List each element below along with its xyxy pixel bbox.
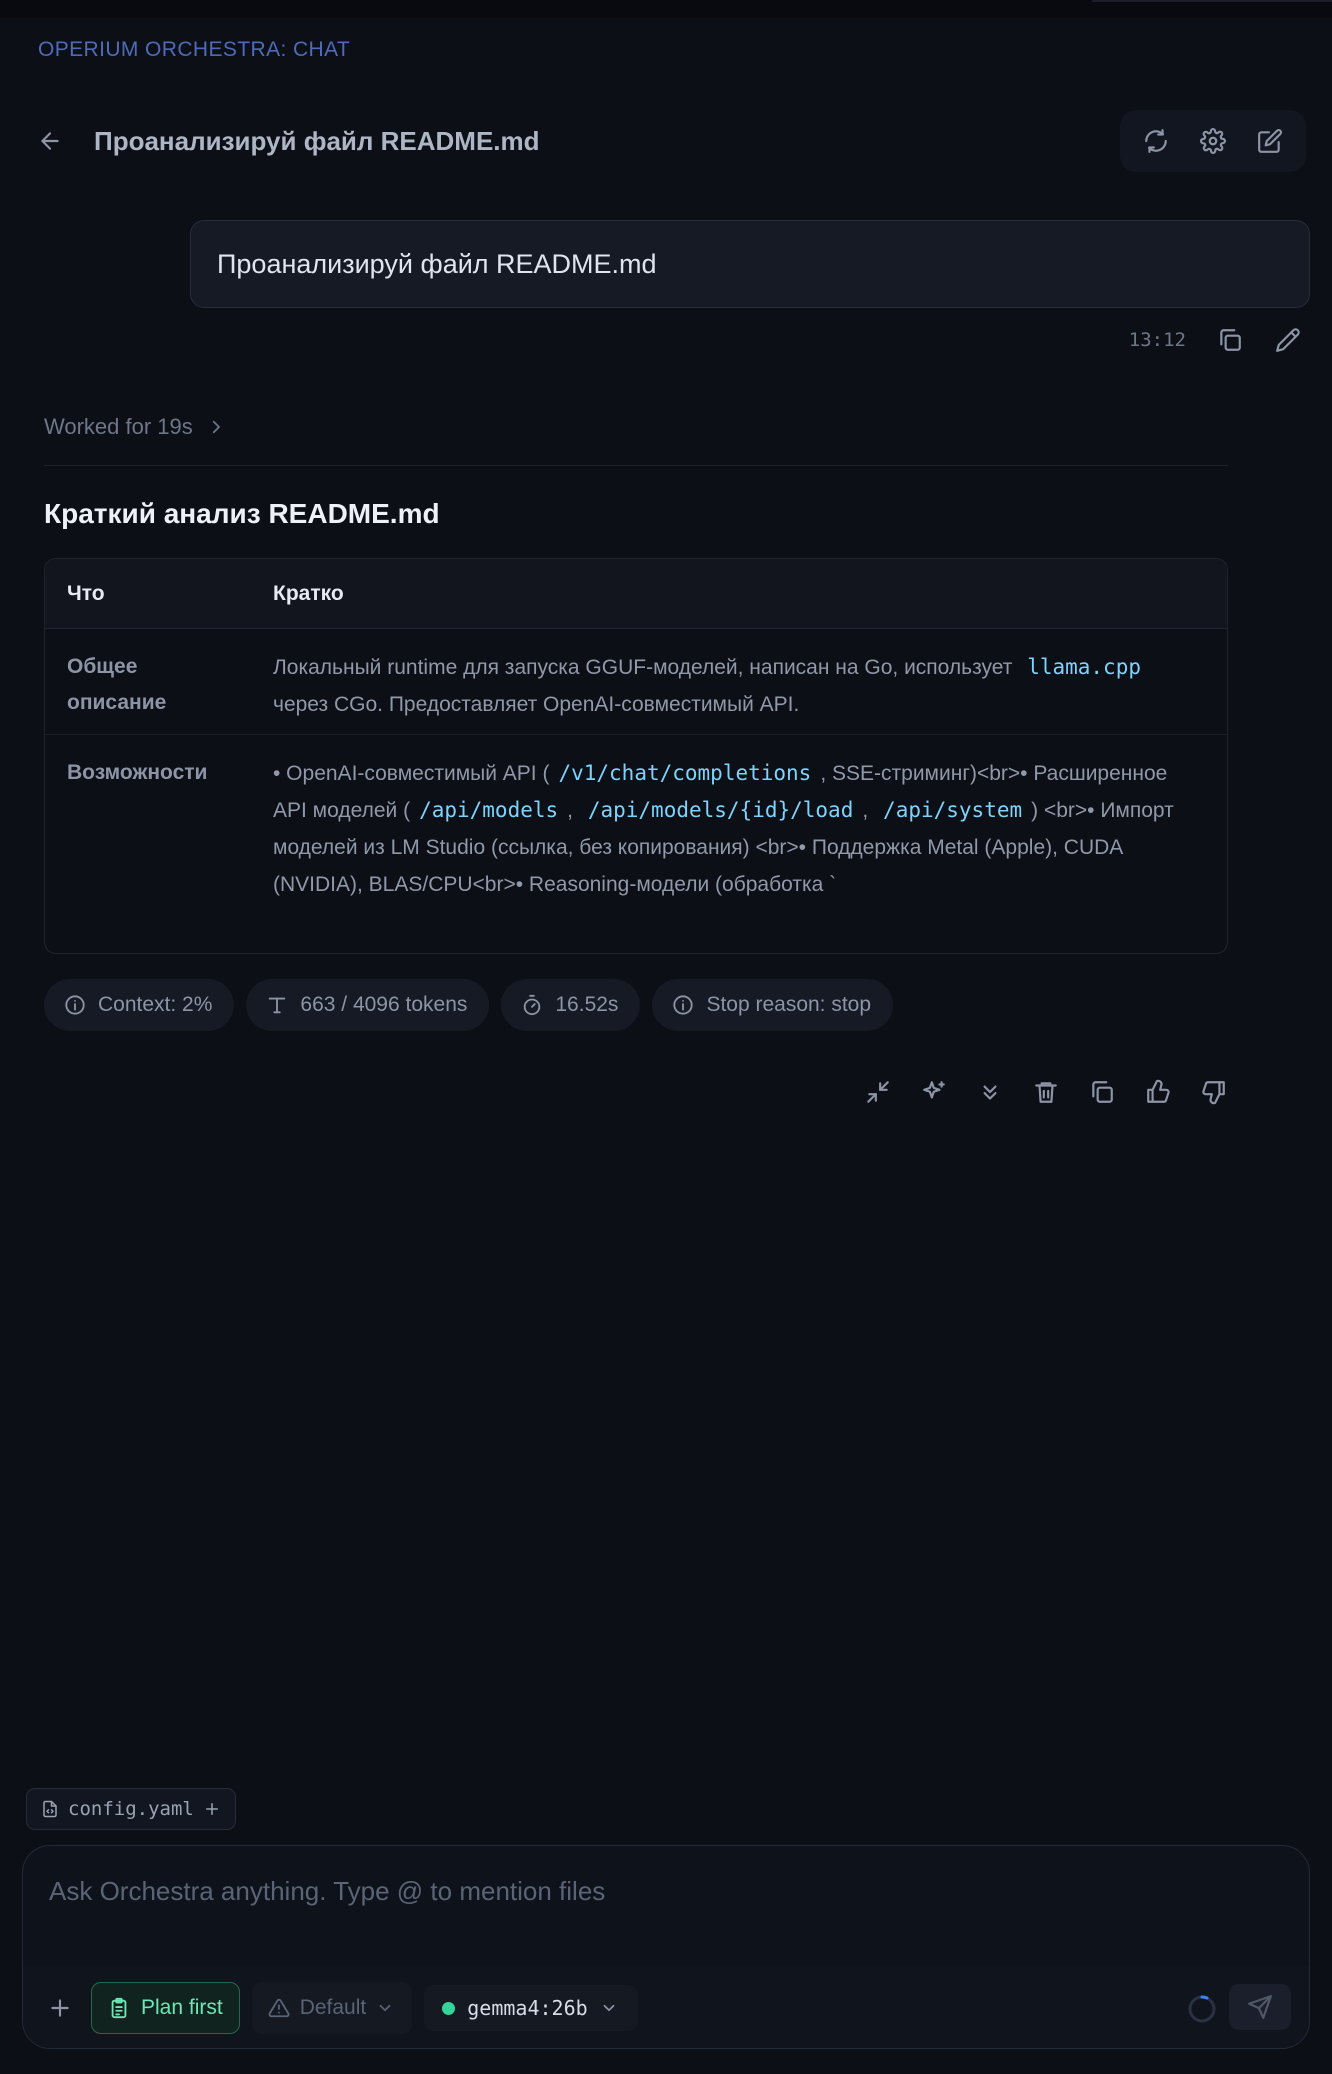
inline-code: /api/models xyxy=(419,798,559,822)
cell-text: , xyxy=(862,799,869,822)
chevrons-down-icon xyxy=(983,1085,997,1100)
settings-button[interactable] xyxy=(1191,119,1235,163)
mode-select[interactable]: Default xyxy=(251,1982,413,2034)
tokens-value: 663 / 4096 tokens xyxy=(300,993,468,1016)
cell-text: Локальный runtime для запуска GGUF-модел… xyxy=(273,656,1013,679)
send-icon xyxy=(1248,1995,1272,2019)
window-top-bar xyxy=(0,0,1332,18)
stop-reason-value: Stop reason: stop xyxy=(706,993,872,1016)
composer-input[interactable] xyxy=(49,1876,1279,1907)
table-row: Общее описание Локальный runtime для зап… xyxy=(45,629,1227,735)
edit-square-icon xyxy=(1257,129,1282,153)
clipboard-list-icon xyxy=(111,1997,127,2019)
pencil-icon xyxy=(1276,328,1300,352)
tokens-stat: 663 / 4096 tokens xyxy=(246,979,490,1031)
model-status-dot xyxy=(442,2001,456,2015)
worked-toggle[interactable]: Worked for 19s xyxy=(44,414,225,440)
thumbs-up-button[interactable] xyxy=(1136,1070,1180,1114)
conversation-title: Проанализируй файл README.md xyxy=(94,125,540,156)
conversation-header: Проанализируй файл README.md xyxy=(30,110,1320,172)
edit-message-button[interactable] xyxy=(1266,318,1310,362)
model-select[interactable]: gemma4:26b xyxy=(424,1985,638,2031)
duration-stat: 16.52s xyxy=(501,979,641,1031)
trash-icon xyxy=(1035,1082,1057,1103)
inline-code: /api/models/{id}/load xyxy=(587,798,854,822)
worked-label: Worked for 19s xyxy=(44,414,193,439)
copy-message-button[interactable] xyxy=(1208,318,1252,362)
thumbs-down-icon xyxy=(1202,1081,1225,1105)
sparkles-icon xyxy=(923,1081,945,1099)
cell-text: • OpenAI-совместимый API ( xyxy=(273,762,550,785)
inline-code: /api/system xyxy=(883,798,1023,822)
cell-text: через CGo. Предоставляет OpenAI-совмести… xyxy=(273,693,800,716)
inline-code: llama.cpp xyxy=(1027,655,1141,679)
context-value: Context: 2% xyxy=(98,993,213,1016)
regenerate-button[interactable] xyxy=(912,1070,956,1114)
row-key-description: Общее описание xyxy=(45,649,273,734)
message-time: 13:12 xyxy=(1128,329,1186,351)
chevron-down-icon xyxy=(379,2004,391,2012)
file-code-icon xyxy=(43,1800,57,1818)
new-chat-button[interactable] xyxy=(1248,119,1292,163)
answer-heading: Краткий анализ README.md xyxy=(44,498,440,529)
row-key-features: Возможности xyxy=(67,761,208,784)
info-icon xyxy=(65,995,85,1015)
response-stats: Context: 2% 663 / 4096 tokens 16.52s Sto… xyxy=(44,979,894,1031)
plus-icon xyxy=(51,1999,69,2017)
delete-button[interactable] xyxy=(1024,1070,1068,1114)
minimize-icon xyxy=(867,1081,889,1103)
arrow-left-icon xyxy=(41,132,59,150)
expand-button[interactable] xyxy=(968,1070,1012,1114)
warning-icon xyxy=(268,1998,290,2018)
gear-icon xyxy=(1200,128,1226,154)
refresh-button[interactable] xyxy=(1134,119,1178,163)
message-composer: Plan first Default gemma4:26b xyxy=(22,1845,1310,2049)
copy-response-button[interactable] xyxy=(1080,1070,1124,1114)
app-title: OPERIUM ORCHESTRA: CHAT xyxy=(38,38,351,61)
plan-first-label: Plan first xyxy=(141,1996,223,2019)
info-icon xyxy=(673,995,694,1015)
chevron-right-icon xyxy=(212,420,220,434)
duration-value: 16.52s xyxy=(555,993,619,1016)
plan-first-toggle[interactable]: Plan first xyxy=(91,1982,240,2034)
send-button[interactable] xyxy=(1229,1984,1291,2030)
attachment-chip[interactable]: config.yaml xyxy=(26,1788,236,1830)
copy-icon xyxy=(1220,329,1241,351)
analysis-table: Что Кратко Общее описание Локальный runt… xyxy=(44,558,1228,954)
minimize-button[interactable] xyxy=(856,1070,900,1114)
back-button[interactable] xyxy=(30,121,70,161)
table-header: Что Кратко xyxy=(45,559,1227,629)
column-header-summary: Кратко xyxy=(273,581,344,605)
context-stat: Context: 2% xyxy=(44,979,235,1031)
loading-spinner-icon xyxy=(1188,1995,1216,2023)
composer-toolbar: Plan first Default gemma4:26b xyxy=(23,1966,1309,2048)
row-key-line: описание xyxy=(67,691,167,714)
top-bar-accent xyxy=(1092,0,1332,2)
thumbs-up-icon xyxy=(1147,1079,1170,1103)
row-key-line: Общее xyxy=(67,655,138,678)
user-message-meta: 13:12 xyxy=(1129,318,1310,362)
thumbs-down-button[interactable] xyxy=(1192,1070,1236,1114)
row-value-description: Локальный runtime для запуска GGUF-модел… xyxy=(273,649,1227,734)
header-actions xyxy=(1120,110,1306,172)
attachment-name: config.yaml xyxy=(68,1798,194,1820)
model-name: gemma4:26b xyxy=(467,1996,588,2020)
table-row: Возможности • OpenAI-совместимый API ( /v… xyxy=(45,735,1227,953)
chevron-down-icon xyxy=(603,2004,614,2012)
column-header-what: Что xyxy=(67,581,105,605)
divider xyxy=(44,465,1228,466)
text-type-icon xyxy=(269,997,286,1014)
plus-icon xyxy=(205,1803,218,1815)
stop-reason-stat: Stop reason: stop xyxy=(652,979,894,1031)
timer-icon xyxy=(524,994,541,1016)
inline-code: /v1/chat/completions xyxy=(558,761,812,785)
row-value-features: • OpenAI-совместимый API ( /v1/chat/compl… xyxy=(273,755,1227,953)
cell-text: , xyxy=(567,799,573,822)
user-message-bubble: Проанализируй файл README.md xyxy=(190,220,1310,308)
add-button[interactable] xyxy=(37,1985,83,2031)
copy-icon xyxy=(1092,1081,1113,1103)
assistant-message-actions xyxy=(856,1070,1236,1114)
mode-label: Default xyxy=(299,1996,367,2019)
refresh-icon xyxy=(1145,129,1168,153)
